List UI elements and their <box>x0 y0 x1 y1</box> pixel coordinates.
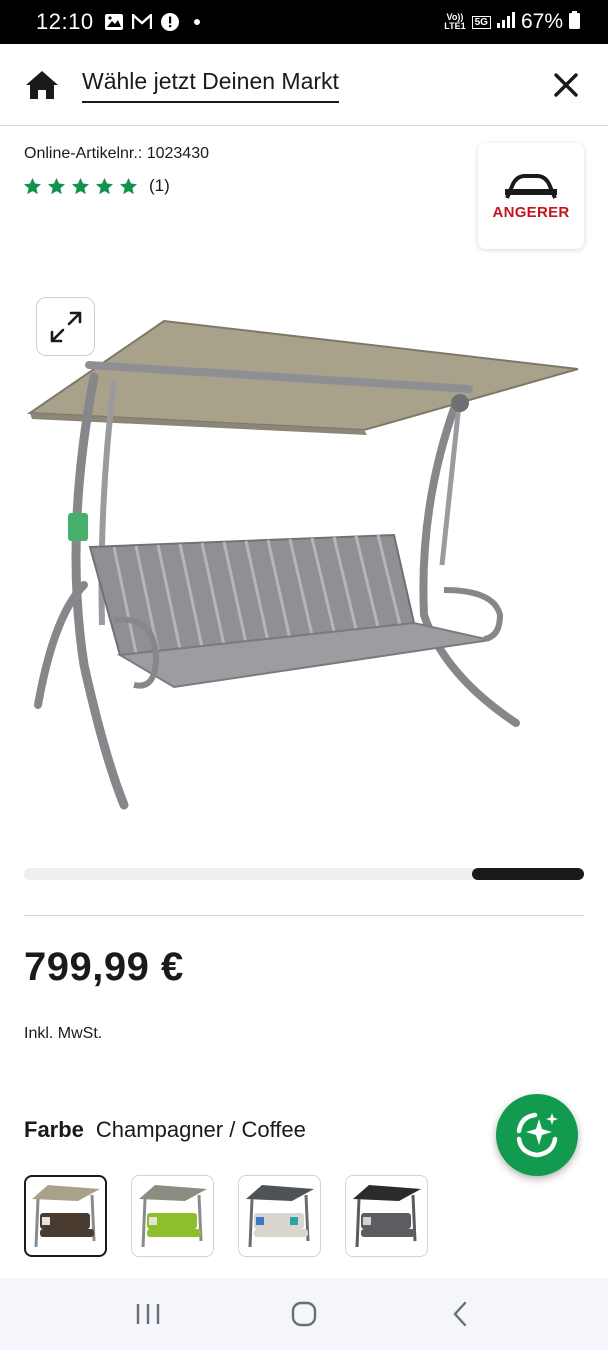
system-nav-bar <box>0 1278 608 1350</box>
gallery-progress-indicator <box>472 868 584 880</box>
brand-car-icon <box>505 173 557 199</box>
article-number: Online-Artikelnr.: 1023430 <box>24 145 209 162</box>
color-swatch[interactable] <box>131 1175 214 1257</box>
rating-stars <box>24 177 137 195</box>
star-icon <box>72 177 89 194</box>
expand-icon <box>50 311 81 342</box>
star-icon <box>24 177 41 194</box>
star-icon <box>48 177 65 194</box>
color-label: Farbe <box>24 1117 84 1142</box>
color-info: Farbe Champagner / Coffee <box>24 1117 306 1143</box>
close-button[interactable] <box>548 67 584 103</box>
network-type-icon: 5G <box>471 15 491 29</box>
color-swatches <box>24 1175 428 1257</box>
top-header: Wähle jetzt Deinen Markt <box>0 44 608 126</box>
mail-icon <box>131 13 152 31</box>
home-icon <box>26 70 58 99</box>
battery-percent: 67% <box>520 10 563 33</box>
color-swatch[interactable] <box>238 1175 321 1257</box>
status-time: 12:10 <box>36 9 94 34</box>
back-button[interactable] <box>440 1294 480 1334</box>
home-circle-icon <box>291 1301 317 1327</box>
star-icon <box>120 177 137 194</box>
vat-note: Inkl. MwSt. <box>24 1025 103 1042</box>
signal-icon <box>496 11 515 33</box>
status-bar: 12:10 Vo)) LTE1 5G 67% <box>0 0 608 44</box>
recent-apps-button[interactable] <box>128 1294 168 1334</box>
home-nav-button[interactable] <box>284 1294 324 1334</box>
color-value: Champagner / Coffee <box>95 1117 306 1142</box>
rating[interactable]: (1) <box>24 176 170 196</box>
alert-icon <box>160 13 180 31</box>
color-swatch[interactable] <box>345 1175 428 1257</box>
assistant-button[interactable] <box>496 1094 578 1176</box>
sparkle-assistant-icon <box>516 1112 558 1158</box>
more-notifications-dot <box>193 19 200 25</box>
gallery-progress <box>24 868 584 880</box>
price: 799,99 € <box>24 945 184 989</box>
brand-name: ANGERER <box>492 203 570 221</box>
brand-logo[interactable]: ANGERER <box>478 143 584 249</box>
volte-indicator: Vo)) LTE1 <box>444 12 466 31</box>
star-icon <box>96 177 113 194</box>
back-icon <box>453 1301 467 1327</box>
recent-apps-icon <box>136 1304 160 1324</box>
expand-image-button[interactable] <box>36 297 95 356</box>
close-icon <box>554 72 578 97</box>
product-image[interactable] <box>24 285 584 825</box>
home-button[interactable] <box>24 67 60 103</box>
battery-icon <box>569 10 580 34</box>
divider <box>24 915 584 916</box>
rating-count: (1) <box>149 176 170 195</box>
color-swatch[interactable] <box>24 1175 107 1257</box>
market-selector[interactable]: Wähle jetzt Deinen Markt <box>82 67 339 103</box>
gallery-notification-icon <box>104 13 124 31</box>
